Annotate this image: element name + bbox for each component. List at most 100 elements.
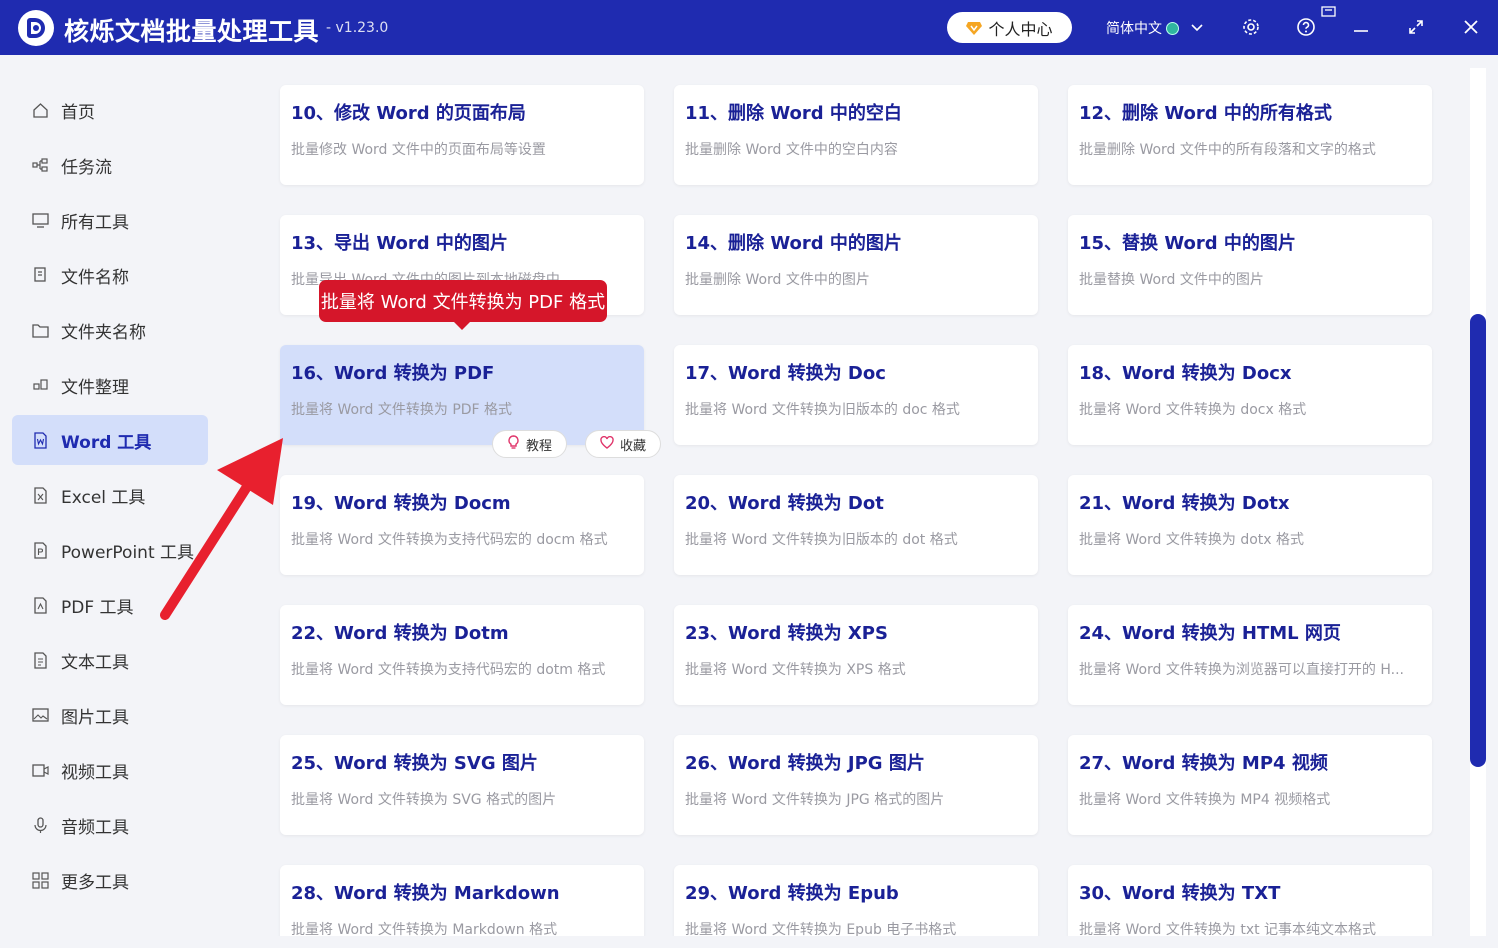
word-file-icon: [32, 431, 49, 449]
tool-grid: 10、修改 Word 的页面布局 批量修改 Word 文件中的页面布局等设置 11、…: [243, 68, 1485, 936]
tool-card-description: 批量将 Word 文件转换为支持代码宏的 dotm 格式: [291, 662, 606, 678]
close-icon[interactable]: [1460, 16, 1482, 38]
tool-card-title: 11、删除 Word 中的空白: [685, 103, 902, 124]
tool-card-title: 12、删除 Word 中的所有格式: [1079, 103, 1332, 124]
favorite-button[interactable]: 收藏: [585, 430, 662, 458]
tool-card-description: 批量将 Word 文件转换为 PDF 格式: [291, 402, 513, 418]
sidebar-item-label: 所有工具: [61, 212, 129, 233]
workflow-icon: [32, 157, 49, 174]
sidebar-item-11[interactable]: 图片工具: [12, 690, 208, 740]
vip-diamond-icon: [966, 21, 983, 35]
tool-card[interactable]: 16、Word 转换为 PDF 批量将 Word 文件转换为 PDF 格式: [280, 345, 644, 445]
tutorial-label: 教程: [526, 438, 553, 454]
tool-card-description: 批量替换 Word 文件中的图片: [1079, 272, 1264, 288]
tool-card-description: 批量将 Word 文件转换为浏览器可以直接打开的 H...: [1079, 662, 1404, 678]
chevron-down-icon: [1191, 20, 1203, 36]
sidebar-item-13[interactable]: 音频工具: [12, 800, 208, 850]
tool-card-title: 25、Word 转换为 SVG 图片: [291, 753, 538, 774]
tool-card[interactable]: 15、替换 Word 中的图片批量替换 Word 文件中的图片: [1068, 215, 1432, 315]
tool-card-title: 21、Word 转换为 Dotx: [1079, 493, 1290, 514]
sidebar-item-label: 更多工具: [61, 872, 129, 893]
tool-card-title: 29、Word 转换为 Epub: [685, 883, 899, 904]
annotation-arrow-icon: [160, 438, 283, 620]
tool-card-description: 批量将 Word 文件转换为 Markdown 格式: [291, 922, 558, 936]
tool-card-title: 10、修改 Word 的页面布局: [291, 103, 526, 124]
tool-card[interactable]: 18、Word 转换为 Docx 批量将 Word 文件转换为 docx 格式: [1068, 345, 1432, 445]
tool-card-title: 15、替换 Word 中的图片: [1079, 233, 1296, 254]
sidebar-item-2[interactable]: 所有工具: [12, 195, 208, 245]
tool-card[interactable]: 22、Word 转换为 Dotm 批量将 Word 文件转换为支持代码宏的 dot…: [280, 605, 644, 705]
tool-card[interactable]: 20、Word 转换为 Dot 批量将 Word 文件转换为旧版本的 dot 格式: [674, 475, 1038, 575]
tool-card-title: 14、删除 Word 中的图片: [685, 233, 902, 254]
tutorial-button[interactable]: 教程: [492, 430, 568, 458]
favorite-label: 收藏: [620, 438, 647, 454]
tool-card-title: 27、Word 转换为 MP4 视频: [1079, 753, 1328, 774]
sidebar-item-4[interactable]: 文件夹名称: [12, 305, 208, 355]
sidebar-item-1[interactable]: 任务流: [12, 140, 208, 190]
tool-card-description: 批量将 Word 文件转换为 JPG 格式的图片: [685, 792, 945, 808]
sidebar-item-label: Word 工具: [61, 432, 152, 453]
user-center-button[interactable]: 个人中心: [947, 12, 1072, 43]
organize-icon: [32, 377, 49, 394]
tool-card-title: 17、Word 转换为 Doc: [685, 363, 886, 384]
tool-card-description: 批量将 Word 文件转换为 Epub 电子书格式: [685, 922, 957, 936]
gear-icon[interactable]: [1240, 16, 1262, 38]
window-mode-icon[interactable]: [1321, 6, 1337, 18]
sidebar-item-5[interactable]: 文件整理: [12, 360, 208, 410]
app-logo-icon: [18, 10, 54, 46]
sidebar-item-10[interactable]: 文本工具: [12, 635, 208, 685]
sidebar-item-label: 文件夹名称: [61, 322, 146, 343]
app-title: 核烁文档批量处理工具: [64, 17, 320, 46]
tool-card[interactable]: 14、删除 Word 中的图片批量删除 Word 文件中的图片: [674, 215, 1038, 315]
tool-card-description: 批量将 Word 文件转换为 SVG 格式的图片: [291, 792, 557, 808]
tool-card-description: 批量删除 Word 文件中的所有段落和文字的格式: [1079, 142, 1376, 158]
tool-card[interactable]: 23、Word 转换为 XPS 批量将 Word 文件转换为 XPS 格式: [674, 605, 1038, 705]
sidebar-item-label: 文件整理: [61, 377, 129, 398]
sidebar-item-label: PDF 工具: [61, 597, 134, 618]
tool-card-description: 批量删除 Word 文件中的图片: [685, 272, 870, 288]
text-file-icon: [32, 651, 49, 669]
tool-card-description: 批量将 Word 文件转换为支持代码宏的 docm 格式: [291, 532, 608, 548]
language-label: 简体中文: [1106, 21, 1162, 37]
tool-card-title: 23、Word 转换为 XPS: [685, 623, 888, 644]
tool-card[interactable]: 19、Word 转换为 Docm 批量将 Word 文件转换为支持代码宏的 doc…: [280, 475, 644, 575]
sidebar-item-14[interactable]: 更多工具: [12, 855, 208, 905]
tool-card[interactable]: 30、Word 转换为 TXT 批量将 Word 文件转换为 txt 记事本纯文本…: [1068, 865, 1432, 936]
maximize-icon[interactable]: [1405, 16, 1427, 38]
tool-card-description: 批量删除 Word 文件中的空白内容: [685, 142, 898, 158]
tool-card-description: 批量将 Word 文件转换为 MP4 视频格式: [1079, 792, 1331, 808]
user-center-label: 个人中心: [988, 19, 1053, 39]
bulb-icon: [507, 434, 520, 454]
sidebar-item-0[interactable]: 首页: [12, 85, 208, 135]
help-icon[interactable]: [1295, 16, 1317, 38]
sidebar-item-12[interactable]: 视频工具: [12, 745, 208, 795]
scrollbar-thumb[interactable]: [1470, 314, 1486, 767]
tool-card-title: 22、Word 转换为 Dotm: [291, 623, 509, 644]
tool-card[interactable]: 29、Word 转换为 Epub 批量将 Word 文件转换为 Epub 电子书格…: [674, 865, 1038, 936]
globe-icon: [1166, 21, 1179, 35]
monitor-icon: [32, 212, 49, 229]
ppt-file-icon: [32, 541, 49, 559]
tool-card[interactable]: 11、删除 Word 中的空白批量删除 Word 文件中的空白内容: [674, 85, 1038, 185]
tool-card[interactable]: 25、Word 转换为 SVG 图片批量将 Word 文件转换为 SVG 格式的…: [280, 735, 644, 835]
pdf-file-icon: [32, 596, 49, 614]
tool-card-description: 批量将 Word 文件转换为 docx 格式: [1079, 402, 1307, 418]
tool-card[interactable]: 10、修改 Word 的页面布局 批量修改 Word 文件中的页面布局等设置: [280, 85, 644, 185]
tool-card[interactable]: 28、Word 转换为 Markdown 批量将 Word 文件转换为 Markd…: [280, 865, 644, 936]
tool-card-description: 批量将 Word 文件转换为 dotx 格式: [1079, 532, 1305, 548]
tool-card-description: 批量将 Word 文件转换为 XPS 格式: [685, 662, 906, 678]
sidebar-item-label: 音频工具: [61, 817, 129, 838]
tool-card[interactable]: 17、Word 转换为 Doc 批量将 Word 文件转换为旧版本的 doc 格式: [674, 345, 1038, 445]
card-tooltip: 批量将 Word 文件转换为 PDF 格式: [319, 280, 607, 330]
app-version: - v1.23.0: [326, 20, 389, 36]
tool-card-title: 13、导出 Word 中的图片: [291, 233, 508, 254]
tool-card[interactable]: 27、Word 转换为 MP4 视频批量将 Word 文件转换为 MP4 视频格…: [1068, 735, 1432, 835]
language-selector[interactable]: 简体中文: [1106, 18, 1203, 38]
minimize-icon[interactable]: [1350, 16, 1372, 38]
tool-card[interactable]: 12、删除 Word 中的所有格式批量删除 Word 文件中的所有段落和文字的格…: [1068, 85, 1432, 185]
tool-card[interactable]: 26、Word 转换为 JPG 图片 批量将 Word 文件转换为 JPG 格式的…: [674, 735, 1038, 835]
tool-card[interactable]: 21、Word 转换为 Dotx 批量将 Word 文件转换为 dotx 格式: [1068, 475, 1432, 575]
sidebar-item-3[interactable]: 文件名称: [12, 250, 208, 300]
tool-card[interactable]: 24、Word 转换为 HTML 网页 批量将 Word 文件转换为浏览器可以直接…: [1068, 605, 1432, 705]
sidebar-item-label: 首页: [61, 102, 95, 123]
